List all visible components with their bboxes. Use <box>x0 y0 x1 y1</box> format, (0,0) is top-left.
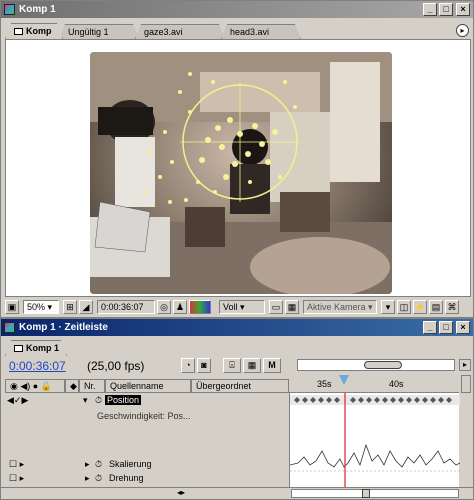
channels-icon[interactable] <box>189 300 211 314</box>
tab-head3[interactable]: head3.avi <box>221 24 301 39</box>
tab-komp-1[interactable]: Komp 1 <box>5 23 63 39</box>
ruler-tick-35s: 35s <box>317 379 332 389</box>
current-time-display[interactable]: 0:00:36:07 <box>9 359 66 373</box>
switches-header: ◉ ◀) ● 🔒 <box>5 379 65 393</box>
comp-control-bar: ▣ 50% ▾ ⊞ ◢ 0:00:36:07 ◎ ♟ Voll ▾ ▭ ▦ Ak… <box>5 299 471 315</box>
navigator-scroll-icon[interactable]: ▸ <box>459 359 471 371</box>
composition-window: Komp 1 _ □ × Komp 1 Ungültig 1 gaze3.avi… <box>0 0 474 318</box>
stopwatch-icon[interactable]: ⏱ <box>95 473 102 484</box>
expand-arrow-icon[interactable]: ▸ <box>85 473 90 484</box>
stopwatch-icon[interactable]: ⏱ <box>95 395 102 406</box>
composition-icon <box>14 28 23 35</box>
layer-row-rotation[interactable]: ☐ ▸ ▸ ⏱ Drehung <box>5 473 289 485</box>
live-update-button[interactable]: ◔ <box>181 358 195 373</box>
transparency-grid-button[interactable]: ▦ <box>285 300 299 314</box>
draft-3d-button[interactable]: ◙ <box>197 358 211 373</box>
pixel-aspect-button[interactable]: ◫ <box>397 300 411 314</box>
view-options-button[interactable]: ▾ <box>381 300 395 314</box>
label-header: ◆ <box>65 379 79 393</box>
property-name-position[interactable]: Position <box>105 395 142 405</box>
flowchart-button[interactable]: ⌘ <box>445 300 459 314</box>
roi-button[interactable]: ▭ <box>269 300 283 314</box>
time-ruler[interactable]: 35s 40s <box>289 375 459 393</box>
grid-button[interactable]: ⊞ <box>63 300 77 314</box>
motion-blur-button[interactable]: M <box>263 358 281 373</box>
velocity-graph <box>289 393 461 489</box>
timeline-bottom-bar: ◂▸ <box>1 487 473 499</box>
layer-row-scale[interactable]: ☐ ▸ ▸ ⏱ Skalierung <box>5 459 289 471</box>
mask-button[interactable]: ◢ <box>79 300 93 314</box>
timeline-window-title: Komp 1 · Zeitleiste <box>19 322 108 333</box>
zoom-slider[interactable] <box>291 489 459 498</box>
comp-tab-bar: Komp 1 Ungültig 1 gaze3.avi head3.avi ▸ <box>5 23 469 39</box>
comp-window-title: Komp 1 <box>19 4 56 15</box>
hide-shy-layers-button[interactable]: ⍓ <box>223 358 241 373</box>
property-name-scale[interactable]: Skalierung <box>109 459 152 469</box>
zoom-select[interactable]: 50% ▾ <box>23 300 59 314</box>
fps-label: (25,00 fps) <box>87 359 145 373</box>
close-button[interactable]: × <box>456 321 470 334</box>
comp-titlebar[interactable]: Komp 1 _ □ × <box>1 1 473 18</box>
resolution-select[interactable]: Voll ▾ <box>219 300 265 314</box>
keyframe-nav-icon[interactable]: ◀✓▶ <box>7 395 28 406</box>
source-name-header[interactable]: Quellenname <box>105 379 191 393</box>
timecode-display[interactable]: 0:00:36:07 <box>97 300 155 314</box>
velocity-curve <box>289 443 461 468</box>
timeline-button[interactable]: ▤ <box>429 300 443 314</box>
tab-timeline-komp-1[interactable]: Komp 1 <box>5 340 67 356</box>
ruler-tick-40s: 40s <box>389 379 404 389</box>
layer-row-velocity[interactable]: Geschwindigkeit: Pos... <box>5 411 289 423</box>
minimize-button[interactable]: _ <box>423 3 437 16</box>
zoom-slider-thumb[interactable] <box>362 489 370 498</box>
graph-toggle-button[interactable] <box>461 375 471 393</box>
number-header: Nr. <box>79 379 105 393</box>
minimize-button[interactable]: _ <box>423 321 437 334</box>
show-snapshot-button[interactable]: ♟ <box>173 300 187 314</box>
timeline-window: Komp 1 · Zeitleiste _ □ × Komp 1 0:00:36… <box>0 318 474 500</box>
navigator-handle[interactable] <box>364 361 402 369</box>
keyframe-checkbox-icon[interactable]: ☐ ▸ <box>9 473 24 484</box>
time-navigator[interactable] <box>297 359 455 371</box>
property-name-velocity: Geschwindigkeit: Pos... <box>97 411 191 421</box>
app-icon <box>4 4 15 15</box>
frame-blending-button[interactable]: ▦ <box>243 358 261 373</box>
snapshot-button[interactable]: ◎ <box>157 300 171 314</box>
keyframe-checkbox-icon[interactable]: ☐ ▸ <box>9 459 24 470</box>
tab-ungueltig-1[interactable]: Ungültig 1 <box>59 24 139 39</box>
composition-viewer[interactable] <box>5 39 471 297</box>
expand-panes-icon[interactable]: ◂▸ <box>177 488 185 497</box>
fast-preview-button[interactable]: ⚡ <box>413 300 427 314</box>
app-icon <box>4 322 15 333</box>
tab-gaze3[interactable]: gaze3.avi <box>135 24 225 39</box>
video-frame-image <box>90 52 392 294</box>
current-time-indicator[interactable] <box>339 375 349 385</box>
timeline-titlebar[interactable]: Komp 1 · Zeitleiste _ □ × <box>1 319 473 336</box>
layer-row-position[interactable]: ◀✓▶ ▾ ⏱ Position <box>5 395 289 407</box>
composition-icon <box>14 345 23 352</box>
maximize-button[interactable]: □ <box>439 321 453 334</box>
camera-select[interactable]: Aktive Kamera ▾ <box>303 300 377 314</box>
expand-arrow-icon[interactable]: ▾ <box>83 395 88 406</box>
timeline-tab-bar: Komp 1 <box>5 340 125 355</box>
region-toggle-button[interactable]: ▣ <box>5 300 19 314</box>
expand-arrow-icon[interactable]: ▸ <box>85 459 90 470</box>
parent-header[interactable]: Übergeordnet <box>191 379 289 393</box>
keyframe-graph-area[interactable] <box>289 393 461 489</box>
maximize-button[interactable]: □ <box>439 3 453 16</box>
stopwatch-icon[interactable]: ⏱ <box>95 459 102 470</box>
scene-illustration <box>90 52 392 294</box>
property-name-rotation[interactable]: Drehung <box>109 473 144 483</box>
close-button[interactable]: × <box>456 3 470 16</box>
tab-scroll-icon[interactable]: ▸ <box>456 24 469 37</box>
